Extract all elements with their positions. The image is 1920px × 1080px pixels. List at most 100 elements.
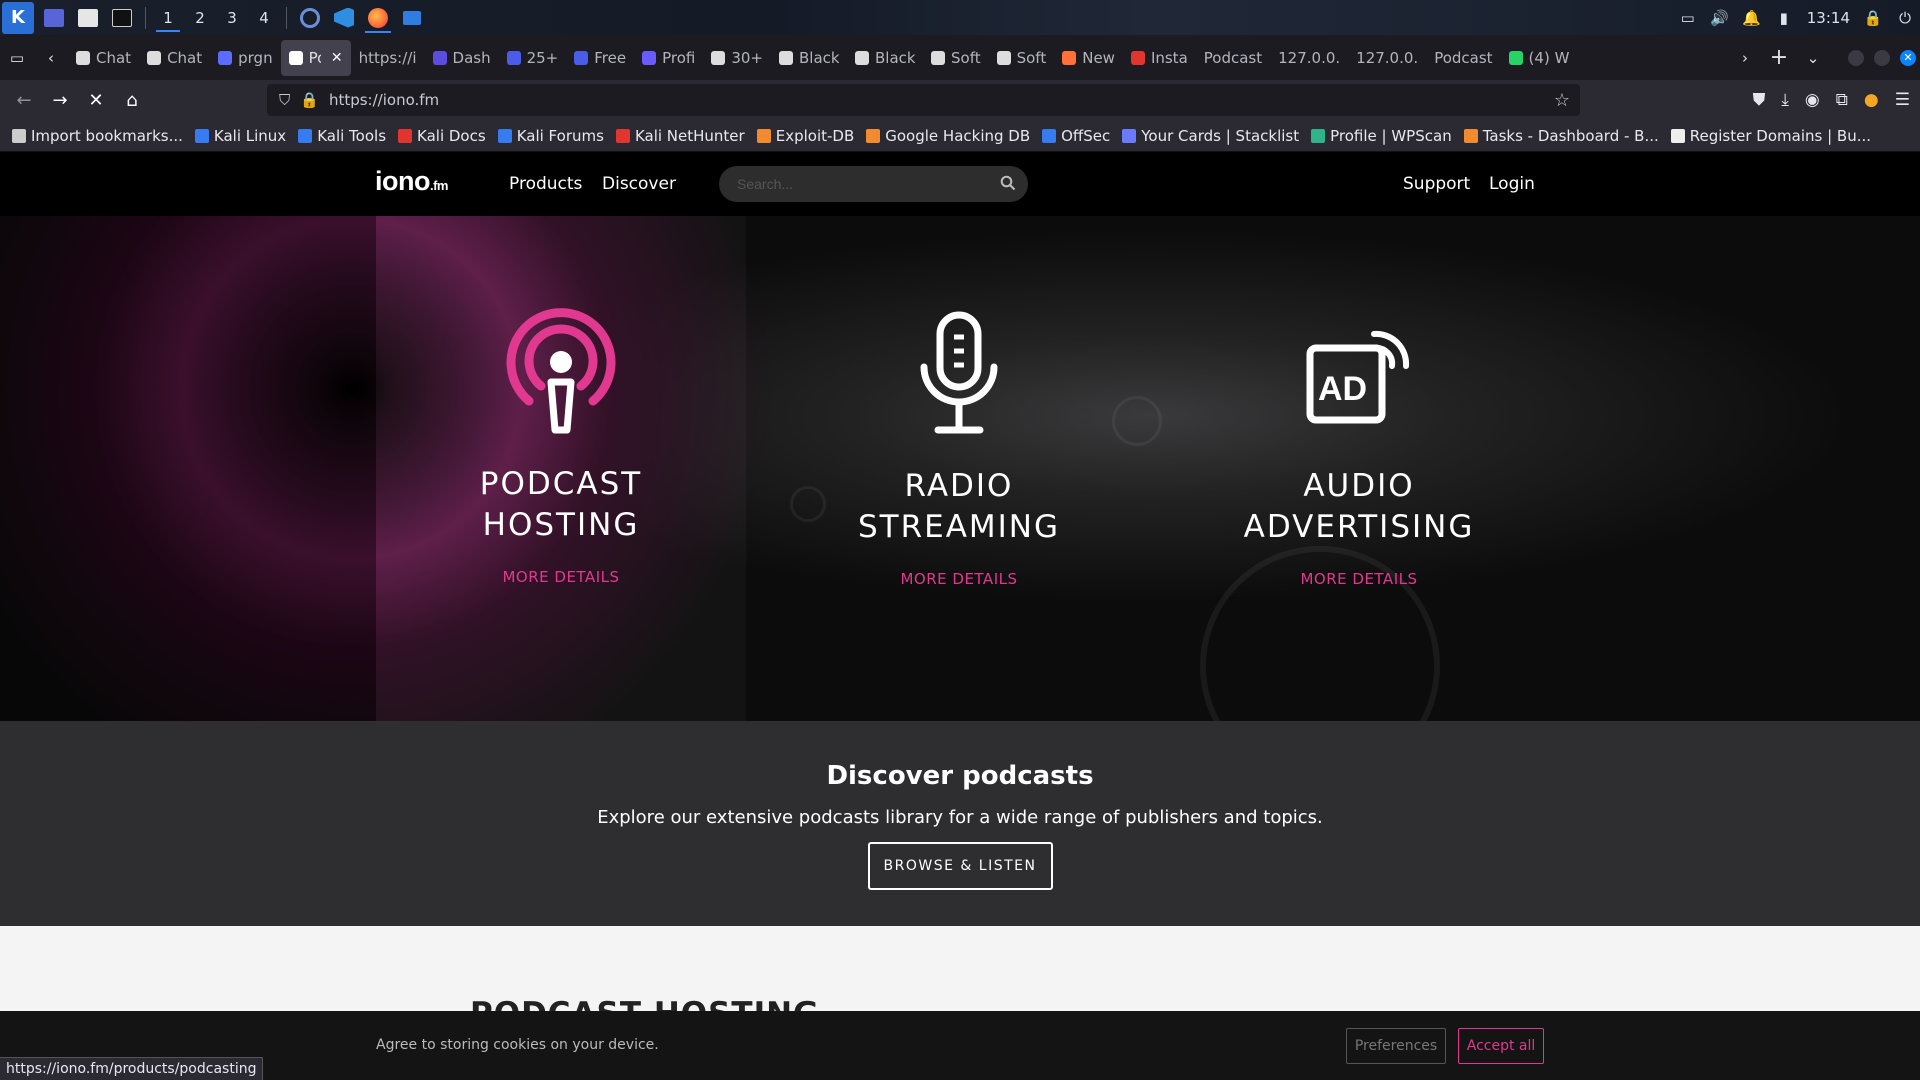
tracking-shield-icon[interactable]: ⛉ bbox=[279, 91, 290, 109]
maximize-icon[interactable] bbox=[1874, 49, 1890, 66]
browser-tab[interactable]: 30+ bbox=[703, 40, 771, 76]
extension-fox-icon[interactable]: ● bbox=[1864, 90, 1879, 110]
cookie-accept-all-button[interactable]: Accept all bbox=[1458, 1028, 1544, 1064]
browser-tab[interactable]: Chat bbox=[68, 40, 139, 76]
downloads-icon[interactable]: ⤓ bbox=[1781, 90, 1789, 110]
kali-menu-icon[interactable]: K bbox=[2, 1, 34, 34]
screen-icon[interactable]: ▭ bbox=[1679, 9, 1697, 27]
home-icon[interactable]: ⌂ bbox=[114, 84, 150, 116]
tab-label: New bbox=[1082, 48, 1115, 67]
browser-tab[interactable]: Podcast bbox=[1426, 40, 1500, 76]
file-manager-icon[interactable] bbox=[74, 4, 102, 32]
app-chromium-icon[interactable] bbox=[293, 0, 327, 35]
iono-logo[interactable]: iono.fm bbox=[375, 166, 448, 197]
browser-tab[interactable]: Free bbox=[566, 40, 634, 76]
power-icon[interactable]: ⏻ bbox=[1896, 9, 1914, 27]
extensions-icon[interactable]: ⧉ bbox=[1836, 90, 1848, 110]
clock[interactable]: 13:14 bbox=[1807, 9, 1850, 27]
workspace-4[interactable]: 4 bbox=[248, 0, 280, 35]
bookmark-item[interactable]: Your Cards | Stacklist bbox=[1122, 127, 1299, 145]
search-icon[interactable] bbox=[1000, 175, 1016, 195]
volume-icon[interactable]: 🔊 bbox=[1710, 9, 1729, 27]
tab-favicon-icon bbox=[642, 50, 657, 65]
bookmark-item[interactable]: OffSec bbox=[1042, 127, 1110, 145]
logo-suffix: .fm bbox=[429, 178, 449, 193]
app-window-icon[interactable] bbox=[395, 0, 429, 35]
browser-tab[interactable]: New bbox=[1054, 40, 1123, 76]
url-text[interactable]: https://iono.fm bbox=[329, 91, 439, 109]
browser-tab[interactable]: prgn bbox=[210, 40, 280, 76]
cookie-preferences-button[interactable]: Preferences bbox=[1346, 1028, 1446, 1064]
pocket-icon[interactable]: ⛊ bbox=[1753, 90, 1766, 110]
nav-products[interactable]: Products bbox=[509, 174, 582, 194]
list-tabs-icon[interactable]: ⌄ bbox=[1796, 41, 1830, 75]
browser-tab[interactable]: Black bbox=[771, 40, 847, 76]
bookmark-star-icon[interactable]: ☆ bbox=[1554, 90, 1570, 111]
browser-tab[interactable]: Dash bbox=[425, 40, 499, 76]
close-window-icon[interactable]: ✕ bbox=[1900, 49, 1916, 66]
bookmark-item[interactable]: Profile | WPScan bbox=[1311, 127, 1452, 145]
tab-favicon-icon bbox=[288, 50, 303, 65]
back-icon[interactable]: ← bbox=[6, 84, 42, 116]
browser-tab[interactable]: Profi bbox=[634, 40, 703, 76]
account-icon[interactable]: ◉ bbox=[1805, 90, 1820, 110]
browser-tab[interactable]: Podcast bbox=[1196, 40, 1270, 76]
bookmark-favicon-icon bbox=[1670, 128, 1685, 143]
nav-login[interactable]: Login bbox=[1489, 174, 1535, 194]
bookmark-item[interactable]: Kali Docs bbox=[398, 127, 486, 145]
more-details-link[interactable]: MORE DETAILS bbox=[900, 570, 1017, 588]
notification-bell-icon[interactable]: 🔔 bbox=[1742, 9, 1761, 27]
scroll-tabs-right-icon[interactable]: › bbox=[1728, 41, 1762, 75]
browser-tab[interactable]: Insta bbox=[1123, 40, 1196, 76]
lock-icon[interactable]: 🔒 bbox=[1864, 9, 1883, 27]
browser-tab[interactable]: https://i bbox=[351, 40, 425, 76]
browser-tab[interactable]: Chat bbox=[139, 40, 210, 76]
firefox-view-icon[interactable]: ▭ bbox=[0, 41, 34, 75]
forward-icon[interactable]: → bbox=[42, 84, 78, 116]
bookmark-item[interactable]: Kali NetHunter bbox=[615, 127, 745, 145]
microphone-icon bbox=[789, 311, 1129, 436]
more-details-link[interactable]: MORE DETAILS bbox=[1300, 570, 1417, 588]
search-input[interactable] bbox=[737, 176, 977, 192]
bookmark-item[interactable]: Kali Forums bbox=[497, 127, 604, 145]
workspace-3[interactable]: 3 bbox=[216, 0, 248, 35]
minimize-icon[interactable] bbox=[1848, 49, 1864, 66]
new-tab-icon[interactable]: + bbox=[1762, 41, 1796, 75]
workspace-1[interactable]: 1 bbox=[152, 0, 184, 35]
more-details-link[interactable]: MORE DETAILS bbox=[502, 568, 619, 586]
stop-loading-icon[interactable]: ✕ bbox=[78, 84, 114, 116]
bookmark-item[interactable]: Register Domains | Bu... bbox=[1670, 127, 1871, 145]
scroll-tabs-left-icon[interactable]: ‹ bbox=[34, 41, 68, 75]
bookmark-item[interactable]: Kali Tools bbox=[298, 127, 386, 145]
nav-support[interactable]: Support bbox=[1403, 174, 1470, 194]
battery-icon[interactable]: ▮ bbox=[1775, 9, 1793, 27]
padlock-icon[interactable]: 🔒 bbox=[300, 91, 319, 109]
browser-tab[interactable]: 25+ bbox=[499, 40, 567, 76]
workspace-2[interactable]: 2 bbox=[184, 0, 216, 35]
bookmark-item[interactable]: Exploit-DB bbox=[756, 127, 854, 145]
tab-active[interactable]: Po ✕ bbox=[280, 39, 351, 76]
bookmark-item[interactable]: Tasks - Dashboard - B... bbox=[1463, 127, 1659, 145]
tab-label: Podcast bbox=[1203, 48, 1263, 67]
service-title: RADIO STREAMING bbox=[789, 466, 1129, 548]
nav-discover[interactable]: Discover bbox=[602, 174, 676, 194]
url-bar[interactable]: ⛉ 🔒 https://iono.fm ☆ bbox=[267, 84, 1580, 116]
browser-tab[interactable]: Black bbox=[847, 40, 923, 76]
tab-label: 25+ bbox=[526, 48, 559, 67]
browse-listen-button[interactable]: BROWSE & LISTEN bbox=[867, 842, 1053, 890]
browser-tab[interactable]: Soft bbox=[989, 40, 1055, 76]
close-tab-icon[interactable]: ✕ bbox=[331, 50, 343, 66]
app-firefox-icon[interactable] bbox=[361, 0, 395, 35]
menu-icon[interactable]: ☰ bbox=[1895, 90, 1910, 110]
bookmark-item[interactable]: Google Hacking DB bbox=[866, 127, 1030, 145]
app-vscode-icon[interactable] bbox=[327, 0, 361, 35]
terminal-icon[interactable] bbox=[108, 4, 136, 32]
browser-tab[interactable]: Soft bbox=[923, 40, 989, 76]
bookmark-favicon-icon bbox=[194, 128, 209, 143]
browser-tab[interactable]: 127.0.0. bbox=[1270, 40, 1348, 76]
bookmark-item[interactable]: Kali Linux bbox=[194, 127, 286, 145]
desktop-icon[interactable] bbox=[40, 4, 68, 32]
browser-tab[interactable]: 127.0.0. bbox=[1348, 40, 1426, 76]
bookmark-item[interactable]: Import bookmarks... bbox=[12, 127, 183, 145]
browser-tab[interactable]: (4) W bbox=[1501, 40, 1577, 76]
